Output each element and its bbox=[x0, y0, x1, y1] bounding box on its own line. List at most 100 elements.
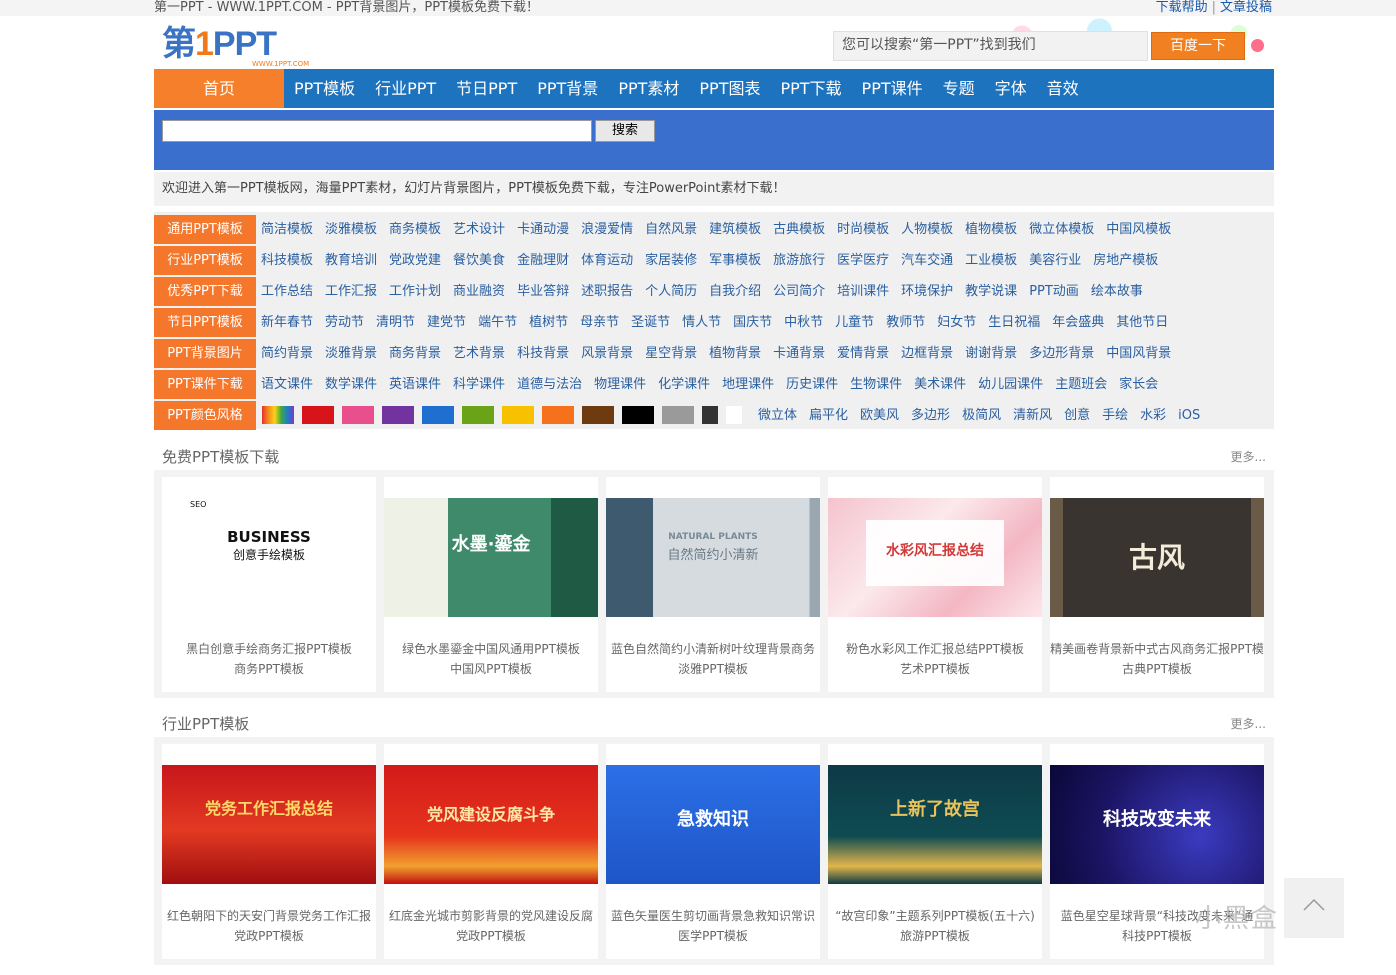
category-link[interactable]: 教学说课 bbox=[965, 277, 1017, 306]
category-link[interactable]: 化学课件 bbox=[658, 370, 710, 399]
category-link[interactable]: 淡雅模板 bbox=[325, 215, 377, 244]
category-link[interactable]: 艺术背景 bbox=[453, 339, 505, 368]
template-title[interactable]: 蓝色矢量医生剪切画背景急救知识常识 bbox=[606, 907, 820, 924]
category-link[interactable]: 时尚模板 bbox=[837, 215, 889, 244]
article-submit-link[interactable]: 文章投稿 bbox=[1220, 0, 1272, 15]
template-title[interactable]: 粉色水彩风工作汇报总结PPT模板 bbox=[828, 640, 1042, 657]
category-link[interactable]: 科技背景 bbox=[517, 339, 569, 368]
category-link[interactable]: 自我介绍 bbox=[709, 277, 761, 306]
template-thumbnail[interactable]: 水墨·鎏金 bbox=[384, 498, 598, 617]
color-swatch[interactable] bbox=[302, 406, 334, 424]
section-more-link[interactable]: 更多... bbox=[1231, 448, 1266, 465]
category-link[interactable]: 简约背景 bbox=[261, 339, 313, 368]
baidu-search-input[interactable] bbox=[834, 32, 1150, 58]
style-link[interactable]: 水彩 bbox=[1140, 401, 1166, 430]
category-link[interactable]: 商务模板 bbox=[389, 215, 441, 244]
template-category[interactable]: 古典PPT模板 bbox=[1050, 660, 1264, 677]
nav-item[interactable]: 专题 bbox=[933, 69, 985, 108]
category-link[interactable]: 简洁模板 bbox=[261, 215, 313, 244]
category-link[interactable]: 公司简介 bbox=[773, 277, 825, 306]
style-link[interactable]: 手绘 bbox=[1102, 401, 1128, 430]
category-link[interactable]: 毕业答辩 bbox=[517, 277, 569, 306]
category-link[interactable]: 环境保护 bbox=[901, 277, 953, 306]
color-swatch[interactable] bbox=[382, 406, 414, 424]
color-swatch[interactable] bbox=[342, 406, 374, 424]
category-link[interactable]: 工业模板 bbox=[965, 246, 1017, 275]
template-thumbnail[interactable]: 科技改变未来 bbox=[1050, 765, 1264, 884]
category-link[interactable]: 工作汇报 bbox=[325, 277, 377, 306]
category-link[interactable]: 建筑模板 bbox=[709, 215, 761, 244]
category-link[interactable]: 生日祝福 bbox=[988, 308, 1040, 337]
category-link[interactable]: 述职报告 bbox=[581, 277, 633, 306]
template-thumbnail[interactable]: NATURAL PLANTS 自然简约小清新 bbox=[606, 498, 820, 617]
nav-item[interactable]: PPT图表 bbox=[689, 69, 770, 108]
category-link[interactable]: PPT动画 bbox=[1029, 277, 1079, 306]
nav-home[interactable]: 首页 bbox=[154, 69, 284, 108]
color-swatch[interactable] bbox=[542, 406, 574, 424]
category-link[interactable]: 母亲节 bbox=[580, 308, 619, 337]
category-link[interactable]: 中国风模板 bbox=[1106, 215, 1171, 244]
color-swatch[interactable] bbox=[422, 406, 454, 424]
category-link[interactable]: 风景背景 bbox=[581, 339, 633, 368]
style-link[interactable]: 扁平化 bbox=[809, 401, 848, 430]
template-category[interactable]: 旅游PPT模板 bbox=[828, 927, 1042, 944]
nav-item[interactable]: PPT课件 bbox=[852, 69, 933, 108]
template-thumbnail[interactable]: 党务工作汇报总结 bbox=[162, 765, 376, 884]
category-link[interactable]: 星空背景 bbox=[645, 339, 697, 368]
template-card[interactable]: 急救知识蓝色矢量医生剪切画背景急救知识常识 医学PPT模板 bbox=[606, 744, 820, 959]
template-card[interactable]: BUSINESS 创意手绘模板 SEO 黑白创意手绘商务汇报PPT模板 商务PPT模板 bbox=[162, 477, 376, 692]
category-link[interactable]: 自然风景 bbox=[645, 215, 697, 244]
template-title[interactable]: 蓝色自然简约小清新树叶纹理背景商务 bbox=[606, 640, 820, 657]
section-more-link[interactable]: 更多... bbox=[1231, 715, 1266, 732]
template-card[interactable]: 党务工作汇报总结 红色朝阳下的天安门背景党务工作汇报 党政PPT模板 bbox=[162, 744, 376, 959]
template-thumbnail[interactable]: 急救知识 bbox=[606, 765, 820, 884]
template-thumbnail[interactable]: 水彩风汇报总结 bbox=[828, 498, 1042, 617]
template-category[interactable]: 党政PPT模板 bbox=[162, 927, 376, 944]
category-link[interactable]: 教师节 bbox=[886, 308, 925, 337]
category-label[interactable]: PPT背景图片 bbox=[154, 339, 256, 368]
template-thumbnail[interactable]: 党风建设反腐斗争 bbox=[384, 765, 598, 884]
category-link[interactable]: 儿童节 bbox=[835, 308, 874, 337]
category-link[interactable]: 语文课件 bbox=[261, 370, 313, 399]
template-category[interactable]: 淡雅PPT模板 bbox=[606, 660, 820, 677]
template-category[interactable]: 中国风PPT模板 bbox=[384, 660, 598, 677]
category-link[interactable]: 艺术设计 bbox=[453, 215, 505, 244]
category-link[interactable]: 汽车交通 bbox=[901, 246, 953, 275]
color-swatch[interactable] bbox=[462, 406, 494, 424]
template-card[interactable]: 上新了故宫 “故宫印象”主题系列PPT模板(五十六) 旅游PPT模板 bbox=[828, 744, 1042, 959]
category-label[interactable]: 行业PPT模板 bbox=[154, 246, 256, 275]
category-link[interactable]: 军事模板 bbox=[709, 246, 761, 275]
category-link[interactable]: 浪漫爱情 bbox=[581, 215, 633, 244]
nav-item[interactable]: PPT下载 bbox=[770, 69, 851, 108]
template-category[interactable]: 艺术PPT模板 bbox=[828, 660, 1042, 677]
category-link[interactable]: 个人简历 bbox=[645, 277, 697, 306]
template-title[interactable]: 绿色水墨鎏金中国风通用PPT模板 bbox=[384, 640, 598, 657]
category-label[interactable]: PPT颜色风格 bbox=[154, 401, 256, 430]
category-label[interactable]: PPT课件下载 bbox=[154, 370, 256, 399]
template-category[interactable]: 商务PPT模板 bbox=[162, 660, 376, 677]
category-link[interactable]: 劳动节 bbox=[325, 308, 364, 337]
color-swatch[interactable] bbox=[262, 406, 294, 424]
template-card[interactable]: 古风 精美画卷背景新中式古风商务汇报PPT模 古典PPT模板 bbox=[1050, 477, 1264, 692]
category-link[interactable]: 物理课件 bbox=[594, 370, 646, 399]
template-category[interactable]: 医学PPT模板 bbox=[606, 927, 820, 944]
template-category[interactable]: 党政PPT模板 bbox=[384, 927, 598, 944]
template-card[interactable]: 党风建设反腐斗争 红底金光城市剪影背景的党风建设反腐 党政PPT模板 bbox=[384, 744, 598, 959]
category-link[interactable]: 英语课件 bbox=[389, 370, 441, 399]
download-help-link[interactable]: 下载帮助 bbox=[1156, 0, 1208, 15]
category-link[interactable]: 谢谢背景 bbox=[965, 339, 1017, 368]
category-link[interactable]: 工作计划 bbox=[389, 277, 441, 306]
style-link[interactable]: 极简风 bbox=[962, 401, 1001, 430]
category-link[interactable]: 道德与法治 bbox=[517, 370, 582, 399]
nav-item[interactable]: 音效 bbox=[1037, 69, 1089, 108]
nav-item[interactable]: PPT素材 bbox=[608, 69, 689, 108]
color-swatch[interactable] bbox=[502, 406, 534, 424]
color-swatch[interactable] bbox=[662, 406, 694, 424]
category-link[interactable]: 金融理财 bbox=[517, 246, 569, 275]
color-swatch[interactable] bbox=[702, 406, 718, 424]
category-link[interactable]: 古典模板 bbox=[773, 215, 825, 244]
category-link[interactable]: 淡雅背景 bbox=[325, 339, 377, 368]
baidu-search-button[interactable]: 百度一下 bbox=[1151, 32, 1245, 60]
category-link[interactable]: 旅游旅行 bbox=[773, 246, 825, 275]
category-link[interactable]: 植树节 bbox=[529, 308, 568, 337]
